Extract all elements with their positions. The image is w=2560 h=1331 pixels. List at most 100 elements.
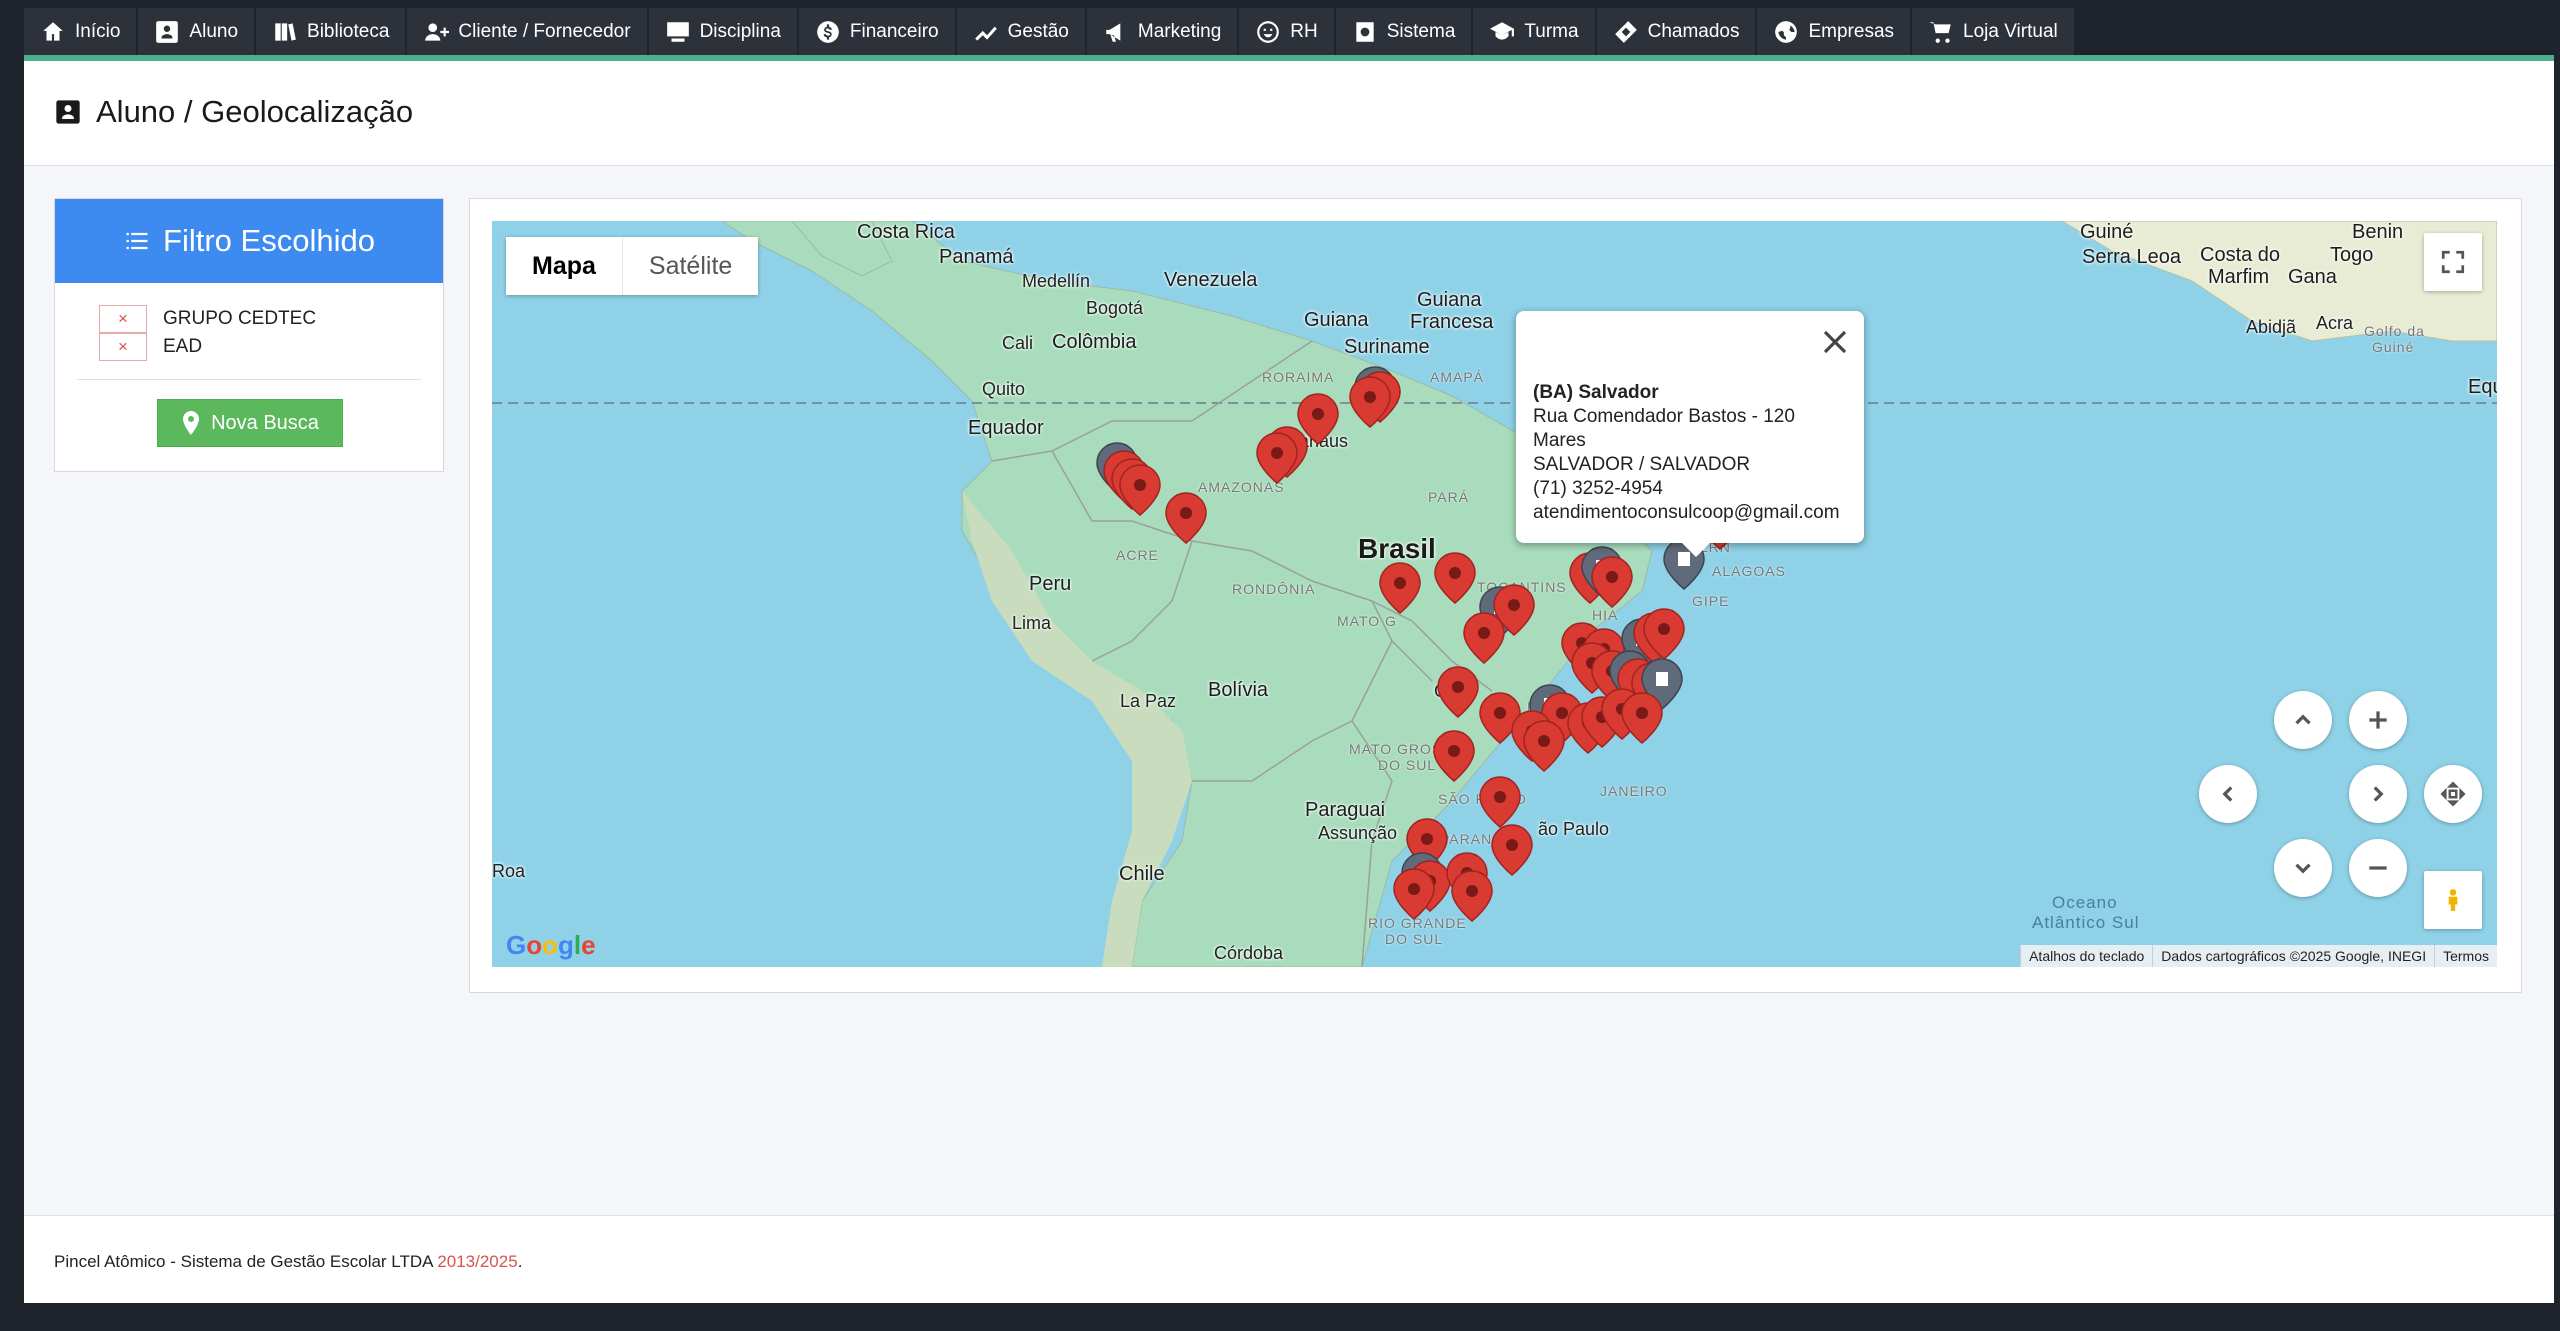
zoom-out-button[interactable] — [2349, 839, 2407, 897]
nav-item-disciplina[interactable]: Disciplina — [648, 8, 799, 55]
google-logo-letter: o — [526, 930, 543, 960]
filter-panel: Filtro Escolhido × GRUPO CEDTEC × EAD No… — [54, 198, 444, 472]
keyboard-shortcuts-link[interactable]: Atalhos do teclado — [2020, 945, 2152, 967]
minus-icon — [2369, 866, 2387, 870]
filter-panel-header: Filtro Escolhido — [55, 199, 443, 283]
nav-item-biblioteca[interactable]: Biblioteca — [256, 8, 408, 55]
map-attribution: Atalhos do teclado Dados cartográficos ©… — [2020, 945, 2497, 967]
map-pin-icon — [183, 411, 200, 435]
map-type-map-button[interactable]: Mapa — [506, 237, 622, 295]
nav-item-sistema[interactable]: Sistema — [1335, 8, 1474, 55]
nav-item-financeiro[interactable]: Financeiro — [798, 8, 957, 55]
chevron-down-icon — [2295, 863, 2311, 874]
info-address: Rua Comendador Bastos - 120 — [1533, 406, 1795, 427]
nav-item-in-cio[interactable]: Início — [24, 8, 139, 55]
info-neighborhood: Mares — [1533, 430, 1586, 451]
nav-item-label: RH — [1290, 20, 1318, 42]
nav-item-rh[interactable]: RH — [1239, 8, 1336, 55]
pan-up-button[interactable] — [2274, 691, 2332, 749]
footer-period: . — [517, 1252, 523, 1271]
globe-icon — [1775, 20, 1798, 43]
student-marker[interactable] — [1463, 612, 1505, 664]
home-icon — [43, 21, 63, 41]
footer-company: Pincel Atômico - Sistema de Gestão Escol… — [54, 1252, 433, 1271]
google-logo-letter: o — [542, 930, 559, 960]
page-title: Aluno / Geolocalização — [54, 94, 413, 130]
google-map[interactable]: Costa Rica Panamá Venezuela Medellín Bogotá C… — [492, 221, 2497, 967]
pan-right-button[interactable] — [2349, 765, 2407, 823]
user-plus-icon — [425, 22, 450, 41]
student-marker[interactable] — [1451, 870, 1493, 922]
nav-item-label: Início — [75, 20, 121, 42]
page-content: Aluno / Geolocalização Filtro Escolhido … — [24, 61, 2554, 1303]
nav-item-chamados[interactable]: Chamados — [1596, 8, 1758, 55]
student-marker[interactable] — [1433, 730, 1475, 782]
nav-item-cliente-fornecedor[interactable]: Cliente / Fornecedor — [407, 8, 649, 55]
student-marker[interactable] — [1479, 776, 1521, 828]
page-header: Aluno / Geolocalização — [24, 61, 2554, 166]
nav-item-label: Loja Virtual — [1963, 20, 2058, 42]
remove-filter-button[interactable]: × — [99, 333, 147, 361]
fullscreen-button[interactable] — [2424, 233, 2482, 291]
megaphone-icon — [1106, 22, 1121, 42]
info-email: atendimentoconsulcoop@gmail.com — [1533, 502, 1840, 523]
google-logo-letter: G — [506, 930, 527, 960]
filter-chip-list: × GRUPO CEDTEC × EAD — [99, 305, 316, 361]
street-view-pegman[interactable] — [2424, 871, 2482, 929]
page-title-text: Aluno / Geolocalização — [96, 94, 414, 129]
new-search-label: Nova Busca — [211, 411, 319, 434]
move-icon — [2440, 781, 2466, 807]
map-data-credit: Dados cartográficos ©2025 Google, INEGI — [2152, 945, 2434, 967]
remove-filter-button[interactable]: × — [99, 305, 147, 333]
terms-link[interactable]: Termos — [2434, 945, 2497, 967]
student-marker[interactable] — [1491, 824, 1533, 876]
nav-item-marketing[interactable]: Marketing — [1086, 8, 1240, 55]
student-marker[interactable] — [1621, 692, 1663, 744]
ticket-icon — [1614, 20, 1637, 43]
books-icon — [275, 22, 296, 41]
pan-left-button[interactable] — [2199, 765, 2257, 823]
id-badge-icon — [156, 20, 179, 43]
student-marker[interactable] — [1256, 432, 1298, 484]
nav-item-label: Disciplina — [699, 20, 781, 42]
google-logo-letter: g — [558, 930, 574, 960]
map-markers — [1096, 366, 1741, 922]
filter-chip-label: EAD — [163, 336, 203, 357]
zoom-in-button[interactable] — [2349, 691, 2407, 749]
list-icon — [126, 232, 148, 250]
pegman-icon — [2448, 889, 2458, 911]
map-type-satellite-button[interactable]: Satélite — [621, 237, 758, 295]
google-logo: Google — [506, 930, 596, 961]
student-marker[interactable] — [1393, 868, 1435, 920]
student-marker[interactable] — [1379, 562, 1421, 614]
pan-down-button[interactable] — [2274, 839, 2332, 897]
nav-item-label: Biblioteca — [307, 20, 390, 42]
google-logo-letter: e — [581, 930, 596, 960]
cart-icon — [1929, 21, 1951, 43]
id-badge-icon — [56, 100, 80, 124]
fullscreen-icon — [2441, 250, 2465, 274]
student-marker[interactable] — [1437, 666, 1479, 718]
student-marker[interactable] — [1591, 556, 1633, 608]
nav-item-label: Chamados — [1647, 20, 1740, 42]
nav-item-label: Empresas — [1808, 20, 1895, 42]
info-phone: (71) 3252-4954 — [1533, 478, 1663, 499]
nav-item-label: Cliente / Fornecedor — [458, 20, 631, 42]
filter-chip-label: GRUPO CEDTEC — [163, 308, 317, 329]
nav-item-empresas[interactable]: Empresas — [1757, 8, 1913, 55]
nav-item-turma[interactable]: Turma — [1473, 8, 1597, 55]
nav-item-label: Sistema — [1386, 20, 1456, 42]
student-marker[interactable] — [1165, 492, 1207, 544]
close-icon[interactable] — [1820, 327, 1850, 357]
student-marker[interactable] — [1434, 552, 1476, 604]
student-marker[interactable] — [1523, 720, 1565, 772]
nav-item-aluno[interactable]: Aluno — [138, 8, 257, 55]
chevron-left-icon — [2222, 786, 2233, 802]
student-marker[interactable] — [1119, 464, 1161, 516]
graduation-cap-icon — [1490, 21, 1515, 40]
nav-item-loja-virtual[interactable]: Loja Virtual — [1912, 8, 2076, 55]
recenter-button[interactable] — [2424, 765, 2482, 823]
filter-panel-title: Filtro Escolhido — [163, 223, 375, 258]
new-search-button[interactable]: Nova Busca — [157, 399, 343, 447]
nav-item-gest-o[interactable]: Gestão — [956, 8, 1087, 55]
